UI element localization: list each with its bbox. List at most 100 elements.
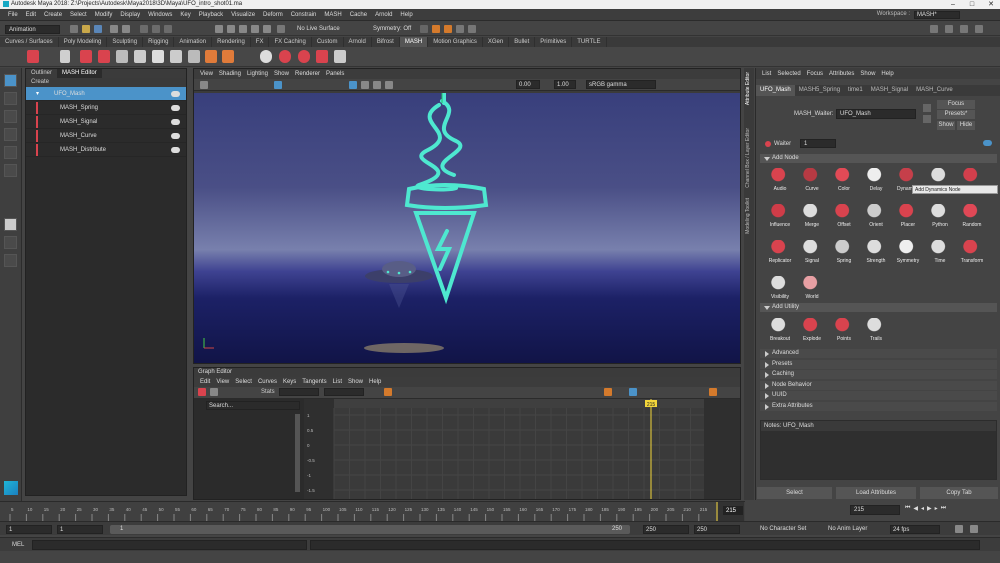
attr-tab-mash5-spring[interactable]: MASH5_Spring bbox=[795, 85, 844, 96]
node-transform[interactable]: Transform bbox=[956, 240, 988, 264]
wireframe-icon[interactable] bbox=[349, 81, 357, 89]
render-icon[interactable] bbox=[432, 25, 440, 33]
maximize-button[interactable]: □ bbox=[963, 0, 981, 9]
tab-mash-editor[interactable]: MASH Editor bbox=[57, 69, 102, 78]
go-start-icon[interactable]: ⏮ bbox=[905, 505, 910, 512]
stats-field-2[interactable] bbox=[324, 388, 364, 396]
persp-outliner-layout-icon[interactable] bbox=[4, 254, 17, 267]
playback-end-field[interactable]: 250 bbox=[643, 525, 689, 534]
node-influence[interactable]: Influence bbox=[764, 204, 796, 228]
menu-playback[interactable]: Playback bbox=[199, 9, 223, 21]
move-tool-icon[interactable] bbox=[4, 128, 17, 141]
tab-attribute-editor[interactable]: Attribute Editor bbox=[745, 72, 751, 105]
auto-key-icon[interactable] bbox=[955, 525, 963, 533]
graph-menu-edit[interactable]: Edit bbox=[200, 379, 210, 385]
save-scene-icon[interactable] bbox=[94, 25, 102, 33]
insert-key-icon[interactable] bbox=[210, 388, 218, 396]
workspace-select[interactable]: MASH* bbox=[914, 11, 960, 19]
tree-item-signal[interactable]: MASH_Signal bbox=[26, 115, 186, 129]
node-merge[interactable]: Merge bbox=[796, 204, 828, 228]
select-hierarchy-icon[interactable] bbox=[140, 25, 148, 33]
viewport-menu-renderer[interactable]: Renderer bbox=[295, 69, 320, 79]
graph-menu-view[interactable]: View bbox=[216, 379, 229, 385]
scene-end-field[interactable]: 250 bbox=[694, 525, 740, 534]
lights-icon[interactable] bbox=[385, 81, 393, 89]
node-spring[interactable]: Spring bbox=[828, 240, 860, 264]
node-curve[interactable]: Curve bbox=[796, 168, 828, 192]
tab-outliner[interactable]: Outliner bbox=[26, 69, 57, 78]
node-random[interactable]: Random bbox=[956, 204, 988, 228]
shelf-tab-animation[interactable]: Animation bbox=[174, 37, 213, 47]
node-visibility[interactable]: Visibility bbox=[764, 276, 796, 300]
viewport-menu-panels[interactable]: Panels bbox=[326, 69, 344, 79]
attr-tab-time1[interactable]: time1 bbox=[844, 85, 867, 96]
exposure-field[interactable]: 0.00 bbox=[516, 80, 540, 89]
toggle-icon[interactable] bbox=[171, 105, 180, 111]
colorspace-select[interactable]: sRGB gamma bbox=[586, 80, 656, 89]
minimize-button[interactable]: – bbox=[944, 0, 962, 9]
stats-field-1[interactable] bbox=[279, 388, 319, 396]
waiter-name-field[interactable]: UFO_Mash bbox=[836, 109, 916, 119]
current-frame-field[interactable]: 215 bbox=[850, 505, 900, 515]
modeling-toolkit-icon[interactable] bbox=[930, 25, 938, 33]
show-button[interactable]: Show bbox=[937, 121, 955, 130]
graph-menu-curves[interactable]: Curves bbox=[258, 379, 277, 385]
type-3d-icon[interactable] bbox=[98, 50, 110, 63]
anim-prefs-icon[interactable] bbox=[970, 525, 978, 533]
live-surface-icon[interactable] bbox=[277, 25, 285, 33]
section-caching[interactable]: Caching bbox=[760, 370, 997, 379]
step-forward-icon[interactable]: ▸ bbox=[935, 505, 938, 512]
presets-button[interactable]: Presets* bbox=[937, 110, 975, 119]
menu-windows[interactable]: Windows bbox=[148, 9, 172, 21]
waiter-toggle[interactable] bbox=[983, 140, 992, 146]
hide-button[interactable]: Hide bbox=[957, 121, 975, 130]
toggle-icon[interactable] bbox=[171, 91, 180, 97]
node-python[interactable]: Python bbox=[924, 204, 956, 228]
utility-explode[interactable]: Explode bbox=[796, 318, 828, 342]
menu-modify[interactable]: Modify bbox=[95, 9, 113, 21]
notes-field[interactable] bbox=[761, 431, 996, 479]
menu-set-select[interactable]: Animation bbox=[5, 25, 60, 34]
waiter-number-field[interactable]: 1 bbox=[800, 139, 836, 148]
range-slider[interactable]: 1 250 bbox=[110, 525, 630, 534]
network-icon[interactable] bbox=[334, 50, 346, 63]
node-symmetry[interactable]: Symmetry bbox=[892, 240, 924, 264]
graph-menu-list[interactable]: List bbox=[333, 379, 342, 385]
tangent-spline-icon[interactable] bbox=[384, 388, 392, 396]
snap-curve-icon[interactable] bbox=[227, 25, 235, 33]
node-placer[interactable]: Placer bbox=[892, 204, 924, 228]
node-strength[interactable]: Strength bbox=[860, 240, 892, 264]
smooth-shade-icon[interactable] bbox=[361, 81, 369, 89]
render-settings-icon[interactable] bbox=[456, 25, 464, 33]
viewport-menu-view[interactable]: View bbox=[200, 69, 213, 79]
play-back-icon[interactable]: ◂ bbox=[921, 505, 924, 512]
graph-menu-show[interactable]: Show bbox=[348, 379, 363, 385]
add-utility-section[interactable]: Add Utility bbox=[760, 303, 997, 312]
text-icon[interactable] bbox=[205, 50, 217, 63]
attr-menu-selected[interactable]: Selected bbox=[777, 71, 800, 77]
new-scene-icon[interactable] bbox=[70, 25, 78, 33]
rotate-tool-icon[interactable] bbox=[4, 146, 17, 159]
shelf-tab-rendering[interactable]: Rendering bbox=[212, 37, 251, 47]
shelf-tab-poly-modeling[interactable]: Poly Modeling bbox=[59, 37, 108, 47]
tree-item-spring[interactable]: MASH_Spring bbox=[26, 101, 186, 115]
isolate-curve-icon[interactable] bbox=[709, 388, 717, 396]
scale-tool-icon[interactable] bbox=[4, 164, 17, 177]
toggle-icon[interactable] bbox=[171, 119, 180, 125]
add-node-section[interactable]: Add Node bbox=[760, 154, 997, 163]
graph-menu-keys[interactable]: Keys bbox=[283, 379, 296, 385]
textured-icon[interactable] bbox=[373, 81, 381, 89]
attr-menu-show[interactable]: Show bbox=[860, 71, 875, 77]
menu-arnold[interactable]: Arnold bbox=[375, 9, 392, 21]
open-scene-icon[interactable] bbox=[82, 25, 90, 33]
shelf-tab-xgen[interactable]: XGen bbox=[483, 37, 510, 47]
go-end-icon[interactable]: ⏭ bbox=[941, 505, 946, 512]
channel-box-toggle-icon[interactable] bbox=[960, 25, 968, 33]
shelf-tab-motion-graphics[interactable]: Motion Graphics bbox=[428, 37, 483, 47]
attr-menu-focus[interactable]: Focus bbox=[807, 71, 823, 77]
tree-item-ufo-mash[interactable]: ▾ UFO_Mash bbox=[26, 87, 186, 101]
anim-layer-select[interactable]: No Anim Layer bbox=[828, 526, 867, 532]
attr-tab-mash-curve[interactable]: MASH_Curve bbox=[912, 85, 957, 96]
graph-outliner-scrollbar[interactable] bbox=[295, 414, 300, 492]
node-icon-2[interactable] bbox=[923, 115, 931, 123]
